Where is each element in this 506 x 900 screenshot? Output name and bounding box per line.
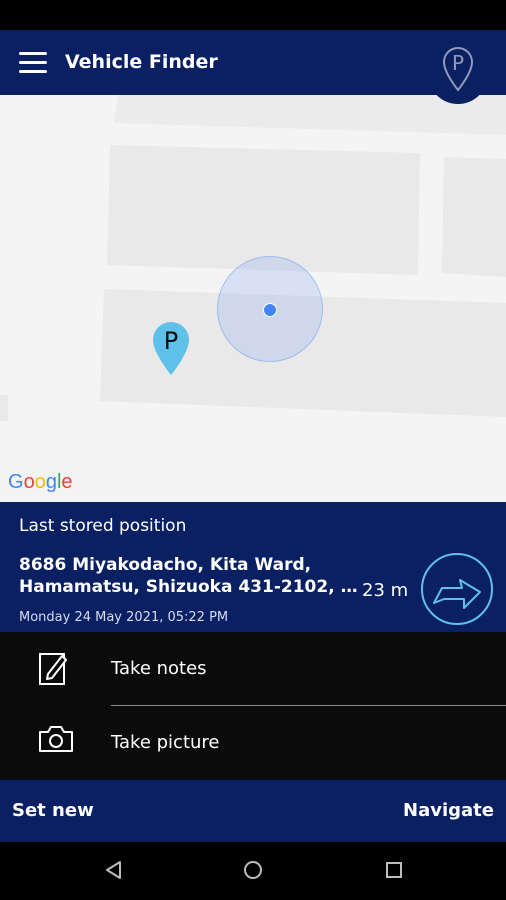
svg-text:P: P [164,327,178,355]
map-view[interactable]: P Google [0,95,506,502]
set-new-button[interactable]: Set new [12,800,94,821]
stored-position-panel: Last stored position 8686 Miyakodacho, K… [0,502,506,632]
parking-marker-icon[interactable]: P [152,321,190,377]
parking-pin-icon: P [442,47,474,92]
recents-icon[interactable] [384,860,404,880]
take-notes-label: Take notes [111,658,207,679]
address-line-2: Hamamatsu, Shizuoka 431-2102, J… [19,577,359,597]
home-icon[interactable] [243,860,263,880]
camera-icon [39,726,73,752]
panel-heading: Last stored position [19,516,187,536]
take-picture-item[interactable]: Take picture [0,706,506,780]
take-picture-label: Take picture [111,732,220,753]
parking-button[interactable]: P [428,34,488,104]
google-logo: Google [8,471,73,493]
svg-text:P: P [452,51,464,75]
current-location-dot [263,303,277,317]
edit-note-icon [39,653,67,685]
stored-timestamp: Monday 24 May 2021, 05:22 PM [19,610,229,625]
address: 8686 Miyakodacho, Kita Ward, Hamamatsu, … [19,554,359,598]
bottom-action-bar: Set new Navigate [0,780,506,842]
status-bar [0,0,506,30]
app-bar: Vehicle Finder P [0,30,506,104]
address-line-1: 8686 Miyakodacho, Kita Ward, [19,555,312,575]
action-list: Take notes Take picture [0,632,506,780]
back-icon[interactable] [104,860,124,880]
system-nav-bar [0,842,506,900]
app-title: Vehicle Finder [65,51,218,73]
take-notes-item[interactable]: Take notes [0,632,506,706]
distance-label: 23 m [362,580,409,601]
navigate-button[interactable]: Navigate [403,800,494,821]
menu-icon[interactable] [19,52,47,74]
direction-arrow-icon[interactable] [420,552,494,626]
